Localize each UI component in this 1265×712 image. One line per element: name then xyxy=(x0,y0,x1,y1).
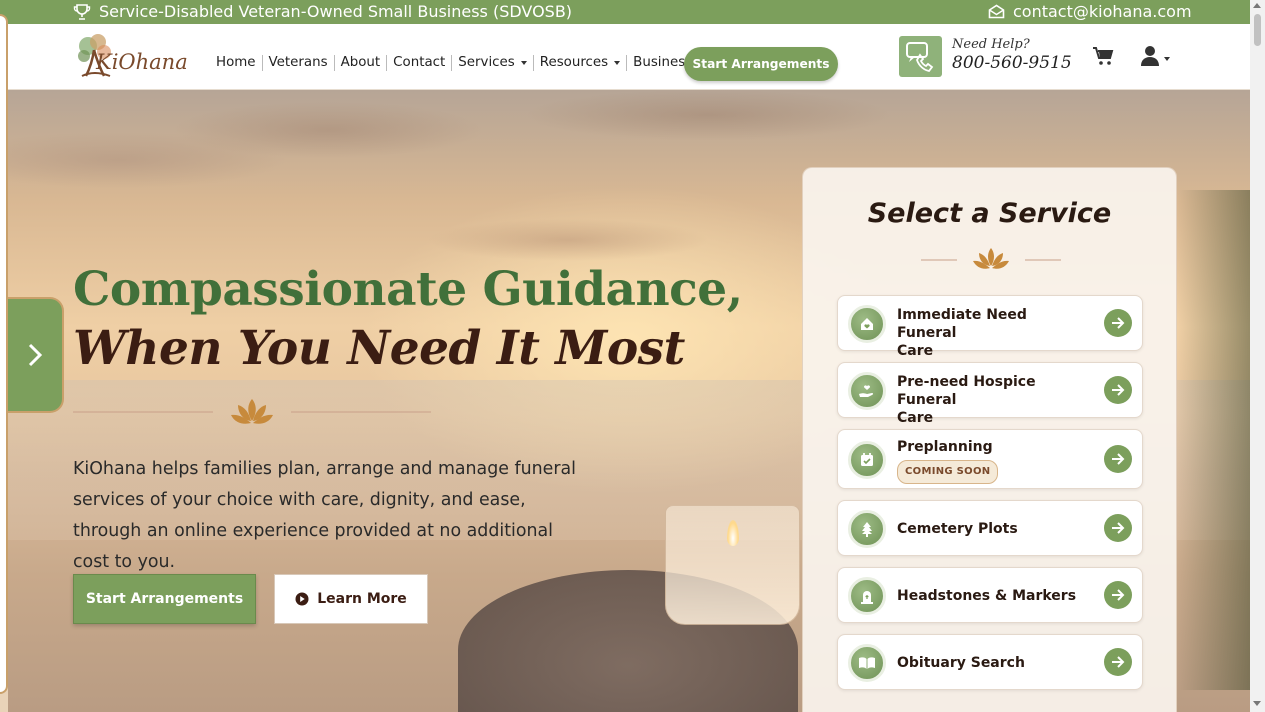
service-label-line2: Care xyxy=(897,343,934,359)
tree-icon xyxy=(848,510,886,548)
nav-services-dropdown[interactable]: Services xyxy=(452,55,534,71)
nav-resources-label: Resources xyxy=(539,55,609,70)
user-account-menu[interactable] xyxy=(1140,45,1172,67)
phone-number[interactable]: 800-560-9515 xyxy=(952,53,1072,73)
service-preplanning[interactable]: Preplanning COMING SOON xyxy=(837,429,1143,489)
select-service-panel: Select a Service Immediate Need Funeral … xyxy=(802,167,1177,712)
coming-soon-badge: COMING SOON xyxy=(897,460,999,484)
contact-email[interactable]: contact@kiohana.com xyxy=(1013,2,1192,21)
nav-about-label: About xyxy=(340,55,381,70)
hero-headline-line1: Compassionate Guidance, xyxy=(73,262,743,317)
arrow-right-icon[interactable] xyxy=(1104,376,1132,404)
sdvosb-text: Service-Disabled Veteran-Owned Small Bus… xyxy=(99,2,573,21)
lotus-divider xyxy=(73,395,431,429)
hand-heart-icon xyxy=(848,372,886,410)
chevron-right-icon xyxy=(28,343,43,367)
hero-headline-line2: When You Need It Most xyxy=(73,321,685,376)
nav-home-label: Home xyxy=(216,55,256,70)
hero-description: KiOhana helps families plan, arrange and… xyxy=(73,459,576,572)
help-contact[interactable]: Need Help? 800-560-9515 xyxy=(952,37,1072,73)
lotus-icon xyxy=(231,399,273,424)
book-open-icon xyxy=(848,644,886,682)
lotus-divider xyxy=(921,244,1061,276)
nav-contact-label: Contact xyxy=(393,55,446,70)
caret-down-icon xyxy=(614,61,621,65)
learn-more-label: Learn More xyxy=(317,591,407,607)
arrow-right-icon[interactable] xyxy=(1104,581,1132,609)
headstone-icon xyxy=(848,577,886,615)
nav-veterans[interactable]: Veterans xyxy=(263,55,335,71)
need-help-label: Need Help? xyxy=(952,37,1030,52)
cart-icon[interactable] xyxy=(1092,46,1114,66)
service-label: Headstones & Markers xyxy=(897,588,1077,604)
nav-veterans-label: Veterans xyxy=(268,55,328,70)
service-label-line2: Care xyxy=(897,410,934,426)
service-label: Preplanning COMING SOON xyxy=(897,438,1087,484)
top-banner: Service-Disabled Veteran-Owned Small Bus… xyxy=(0,0,1250,24)
side-panel-toggle[interactable] xyxy=(8,297,64,413)
arrow-right-icon[interactable] xyxy=(1104,514,1132,542)
main-nav: Home Veterans About Contact Services Res… xyxy=(210,55,712,71)
calendar-check-icon xyxy=(848,441,886,479)
nav-contact[interactable]: Contact xyxy=(387,55,453,71)
nav-resources-dropdown[interactable]: Resources xyxy=(534,55,628,71)
service-immediate-need[interactable]: Immediate Need Funeral Care xyxy=(837,295,1143,359)
learn-more-button[interactable]: Learn More xyxy=(274,574,428,624)
service-label-line1: Immediate Need Funeral xyxy=(897,307,1027,341)
envelope-icon xyxy=(988,4,1005,19)
logo-text[interactable]: KiOhana xyxy=(96,50,188,74)
nav-services-label: Services xyxy=(458,55,515,70)
arrow-right-icon[interactable] xyxy=(1104,309,1132,337)
home-heart-icon xyxy=(848,305,886,343)
start-arrangements-nav-button[interactable]: Start Arrangements xyxy=(684,47,838,81)
service-obituary-search[interactable]: Obituary Search xyxy=(837,634,1143,690)
sdvosb-badge: Service-Disabled Veteran-Owned Small Bus… xyxy=(73,2,572,21)
contact-email-link[interactable]: contact@kiohana.com xyxy=(988,2,1192,21)
palm-trees xyxy=(1178,190,1250,690)
service-label-line1: Preplanning xyxy=(897,439,993,455)
caret-down-icon xyxy=(520,61,527,65)
service-label-line1: Pre-need Hospice Funeral xyxy=(897,374,1036,408)
user-icon xyxy=(1141,46,1170,66)
panel-title: Select a Service xyxy=(867,198,1112,229)
service-label: Cemetery Plots xyxy=(897,521,1018,537)
trophy-icon xyxy=(73,3,91,20)
scroll-down-arrow-icon[interactable] xyxy=(1253,701,1261,706)
nav-home[interactable]: Home xyxy=(210,55,263,71)
scrollbar-thumb[interactable] xyxy=(1254,14,1261,46)
service-label: Obituary Search xyxy=(897,655,1025,671)
phone-chat-icon xyxy=(899,36,942,77)
scroll-up-arrow-icon[interactable] xyxy=(1253,3,1261,8)
nav-about[interactable]: About xyxy=(335,55,388,71)
arrow-right-icon[interactable] xyxy=(1104,648,1132,676)
page-scrollbar[interactable] xyxy=(1250,0,1265,712)
start-arrangements-button[interactable]: Start Arrangements xyxy=(73,574,256,624)
service-preneed-hospice[interactable]: Pre-need Hospice Funeral Care xyxy=(837,362,1143,426)
service-label: Immediate Need Funeral Care xyxy=(897,306,1087,360)
left-frame xyxy=(0,14,8,694)
arrow-right-icon[interactable] xyxy=(1104,445,1132,473)
service-cemetery-plots[interactable]: Cemetery Plots xyxy=(837,500,1143,556)
lotus-icon xyxy=(973,248,1009,269)
play-circle-icon xyxy=(295,592,309,606)
service-label: Pre-need Hospice Funeral Care xyxy=(897,373,1087,427)
service-headstones-markers[interactable]: Headstones & Markers xyxy=(837,567,1143,623)
